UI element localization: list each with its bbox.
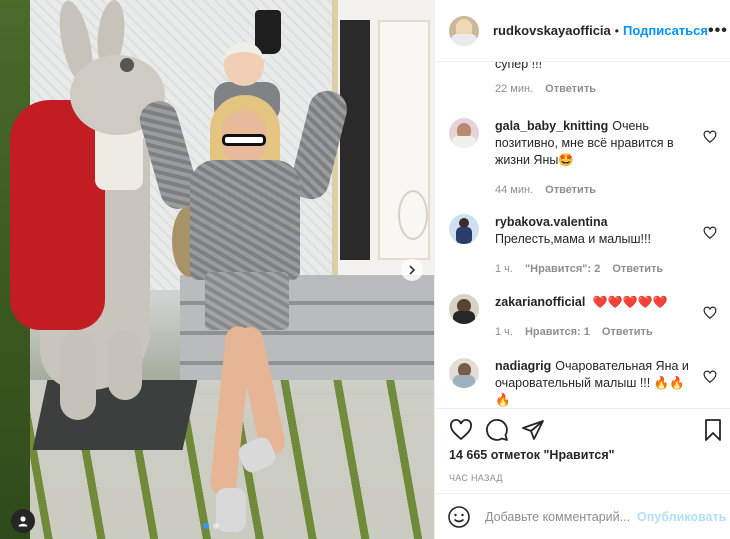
comment-reply-button[interactable]: Ответить [612, 263, 663, 275]
person-hoodie [190, 160, 300, 280]
likes-count[interactable]: 14 665 отметок "Нравится" [449, 448, 615, 462]
comment-icon[interactable] [485, 418, 509, 442]
photo-door-ornament [398, 190, 428, 240]
person-sunglasses [222, 134, 266, 146]
user-tag-icon [18, 516, 28, 527]
comment-time[interactable]: 44 мин. [495, 184, 533, 196]
rabbit-coat [10, 100, 105, 330]
comment-like-heart-icon[interactable] [703, 370, 717, 384]
rabbit-leg [60, 330, 96, 420]
comment-item: zakarianofficial ❤️❤️❤️❤️❤️ 1 ч. Нравитс… [449, 294, 719, 338]
carousel-dots [203, 523, 219, 529]
person-shorts [205, 272, 289, 330]
comments-list: супер !!! 22 мин. Ответить gala_baby_kni… [435, 40, 730, 408]
comment-avatar[interactable] [449, 118, 479, 148]
header-separator: • [614, 23, 619, 38]
post-photo[interactable] [0, 0, 434, 539]
share-icon[interactable] [521, 418, 545, 442]
comment-reply-button[interactable]: Ответить [602, 326, 653, 338]
comment-text: nadiagrig Очаровательная Яна и очаровател… [495, 358, 691, 408]
comment-message: ❤️❤️❤️❤️❤️ [592, 295, 668, 309]
comment-reply-button[interactable]: Ответить [545, 184, 596, 196]
comment-item: gala_baby_knitting Очень позитивно, мне в… [449, 118, 719, 196]
post-actions [435, 408, 730, 450]
comment-text: zakarianofficial ❤️❤️❤️❤️❤️ [495, 294, 691, 311]
comment-time[interactable]: 22 мин. [495, 83, 533, 95]
comment-composer: Опубликовать [435, 493, 730, 539]
comment-time[interactable]: 1 ч. [495, 263, 513, 275]
follow-button[interactable]: Подписаться [623, 23, 708, 38]
carousel-dot [213, 523, 219, 529]
comment-avatar[interactable] [449, 358, 479, 388]
carousel-next-button[interactable] [401, 259, 423, 281]
comment-username[interactable]: rybakova.valentina [495, 215, 608, 229]
comment-likes-count[interactable]: Нравится: 1 [525, 326, 590, 338]
comment-username[interactable]: gala_baby_knitting [495, 119, 608, 133]
photo-door-panel [340, 20, 370, 260]
comment-text: gala_baby_knitting Очень позитивно, мне в… [495, 118, 691, 169]
comment-reply-button[interactable]: Ответить [545, 83, 596, 95]
post-time[interactable]: ЧАС НАЗАД [449, 473, 503, 483]
person-shoe [216, 488, 246, 532]
bookmark-icon[interactable] [701, 418, 725, 442]
comment-likes-count[interactable]: "Нравится": 2 [525, 263, 600, 275]
more-options-icon[interactable]: ••• [708, 22, 728, 40]
photo-lamp [255, 10, 281, 54]
comment-time[interactable]: 1 ч. [495, 326, 513, 338]
rabbit-leg [108, 330, 142, 400]
author-username[interactable]: rudkovskayaofficia [493, 23, 611, 38]
rabbit-eye [120, 58, 134, 72]
emoji-icon[interactable] [447, 505, 471, 529]
comment-like-heart-icon[interactable] [703, 130, 717, 144]
comment-avatar[interactable] [449, 214, 479, 244]
comment-text: rybakova.valentina Прелесть,мама и малыш… [495, 214, 691, 248]
chevron-right-icon [409, 265, 416, 275]
heart-icon[interactable] [449, 418, 473, 442]
comment-item: rybakova.valentina Прелесть,мама и малыш… [449, 214, 719, 275]
carousel-dot-active [203, 523, 209, 529]
comment-username[interactable]: zakarianofficial [495, 295, 585, 309]
comment-like-heart-icon[interactable] [703, 226, 717, 240]
post-header: rudkovskayaofficia • Подписаться ••• [435, 0, 730, 62]
child-head [224, 42, 264, 86]
comment-input[interactable] [485, 509, 637, 524]
comment-item: nadiagrig Очаровательная Яна и очаровател… [449, 358, 719, 408]
author-avatar[interactable] [449, 15, 479, 46]
comment-avatar[interactable] [449, 294, 479, 324]
comment-like-heart-icon[interactable] [703, 306, 717, 320]
post-side-panel: супер !!! 22 мин. Ответить gala_baby_kni… [434, 0, 730, 539]
comment-username[interactable]: nadiagrig [495, 359, 551, 373]
comment-message: Прелесть,мама и малыш!!! [495, 232, 651, 246]
publish-button[interactable]: Опубликовать [637, 510, 726, 524]
user-tag-button[interactable] [11, 509, 35, 533]
